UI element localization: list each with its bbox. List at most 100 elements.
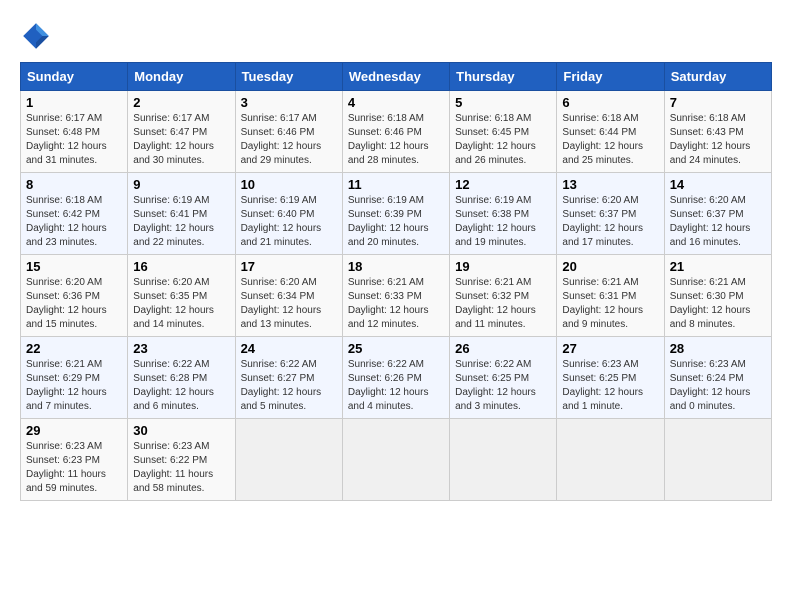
calendar-cell: 18 Sunrise: 6:21 AMSunset: 6:33 PMDaylig… bbox=[342, 255, 449, 337]
day-info: Sunrise: 6:20 AMSunset: 6:35 PMDaylight:… bbox=[133, 277, 214, 330]
calendar-cell bbox=[342, 419, 449, 501]
day-info: Sunrise: 6:17 AMSunset: 6:48 PMDaylight:… bbox=[26, 113, 107, 166]
day-number: 15 bbox=[26, 259, 122, 274]
day-number: 12 bbox=[455, 177, 551, 192]
calendar-cell: 23 Sunrise: 6:22 AMSunset: 6:28 PMDaylig… bbox=[128, 337, 235, 419]
day-number: 13 bbox=[562, 177, 658, 192]
day-number: 7 bbox=[670, 95, 766, 110]
day-info: Sunrise: 6:17 AMSunset: 6:47 PMDaylight:… bbox=[133, 113, 214, 166]
day-info: Sunrise: 6:19 AMSunset: 6:41 PMDaylight:… bbox=[133, 195, 214, 248]
day-info: Sunrise: 6:19 AMSunset: 6:39 PMDaylight:… bbox=[348, 195, 429, 248]
day-info: Sunrise: 6:21 AMSunset: 6:33 PMDaylight:… bbox=[348, 277, 429, 330]
day-number: 28 bbox=[670, 341, 766, 356]
day-number: 24 bbox=[241, 341, 337, 356]
calendar-header-sunday: Sunday bbox=[21, 63, 128, 91]
calendar-cell: 21 Sunrise: 6:21 AMSunset: 6:30 PMDaylig… bbox=[664, 255, 771, 337]
day-number: 20 bbox=[562, 259, 658, 274]
calendar-cell: 2 Sunrise: 6:17 AMSunset: 6:47 PMDayligh… bbox=[128, 91, 235, 173]
calendar-cell bbox=[235, 419, 342, 501]
day-number: 3 bbox=[241, 95, 337, 110]
day-number: 8 bbox=[26, 177, 122, 192]
calendar-cell: 28 Sunrise: 6:23 AMSunset: 6:24 PMDaylig… bbox=[664, 337, 771, 419]
calendar-cell: 20 Sunrise: 6:21 AMSunset: 6:31 PMDaylig… bbox=[557, 255, 664, 337]
day-number: 22 bbox=[26, 341, 122, 356]
calendar-table: SundayMondayTuesdayWednesdayThursdayFrid… bbox=[20, 62, 772, 501]
calendar-cell: 6 Sunrise: 6:18 AMSunset: 6:44 PMDayligh… bbox=[557, 91, 664, 173]
day-info: Sunrise: 6:20 AMSunset: 6:34 PMDaylight:… bbox=[241, 277, 322, 330]
calendar-cell: 10 Sunrise: 6:19 AMSunset: 6:40 PMDaylig… bbox=[235, 173, 342, 255]
day-info: Sunrise: 6:17 AMSunset: 6:46 PMDaylight:… bbox=[241, 113, 322, 166]
day-number: 23 bbox=[133, 341, 229, 356]
calendar-cell: 12 Sunrise: 6:19 AMSunset: 6:38 PMDaylig… bbox=[450, 173, 557, 255]
day-info: Sunrise: 6:22 AMSunset: 6:27 PMDaylight:… bbox=[241, 359, 322, 412]
calendar-cell: 9 Sunrise: 6:19 AMSunset: 6:41 PMDayligh… bbox=[128, 173, 235, 255]
calendar-cell: 30 Sunrise: 6:23 AMSunset: 6:22 PMDaylig… bbox=[128, 419, 235, 501]
calendar-cell: 29 Sunrise: 6:23 AMSunset: 6:23 PMDaylig… bbox=[21, 419, 128, 501]
day-number: 1 bbox=[26, 95, 122, 110]
day-number: 11 bbox=[348, 177, 444, 192]
day-number: 16 bbox=[133, 259, 229, 274]
calendar-cell: 5 Sunrise: 6:18 AMSunset: 6:45 PMDayligh… bbox=[450, 91, 557, 173]
calendar-header-saturday: Saturday bbox=[664, 63, 771, 91]
calendar-cell bbox=[664, 419, 771, 501]
day-number: 19 bbox=[455, 259, 551, 274]
calendar-cell: 16 Sunrise: 6:20 AMSunset: 6:35 PMDaylig… bbox=[128, 255, 235, 337]
day-number: 25 bbox=[348, 341, 444, 356]
day-info: Sunrise: 6:22 AMSunset: 6:25 PMDaylight:… bbox=[455, 359, 536, 412]
day-info: Sunrise: 6:23 AMSunset: 6:22 PMDaylight:… bbox=[133, 441, 213, 494]
day-info: Sunrise: 6:21 AMSunset: 6:32 PMDaylight:… bbox=[455, 277, 536, 330]
calendar-header-tuesday: Tuesday bbox=[235, 63, 342, 91]
calendar-cell: 11 Sunrise: 6:19 AMSunset: 6:39 PMDaylig… bbox=[342, 173, 449, 255]
calendar-cell bbox=[450, 419, 557, 501]
calendar-cell: 7 Sunrise: 6:18 AMSunset: 6:43 PMDayligh… bbox=[664, 91, 771, 173]
calendar-cell: 26 Sunrise: 6:22 AMSunset: 6:25 PMDaylig… bbox=[450, 337, 557, 419]
calendar-cell: 19 Sunrise: 6:21 AMSunset: 6:32 PMDaylig… bbox=[450, 255, 557, 337]
day-number: 2 bbox=[133, 95, 229, 110]
day-info: Sunrise: 6:18 AMSunset: 6:42 PMDaylight:… bbox=[26, 195, 107, 248]
day-info: Sunrise: 6:19 AMSunset: 6:38 PMDaylight:… bbox=[455, 195, 536, 248]
logo-icon bbox=[20, 20, 52, 52]
day-number: 6 bbox=[562, 95, 658, 110]
day-info: Sunrise: 6:23 AMSunset: 6:24 PMDaylight:… bbox=[670, 359, 751, 412]
day-number: 27 bbox=[562, 341, 658, 356]
day-info: Sunrise: 6:18 AMSunset: 6:44 PMDaylight:… bbox=[562, 113, 643, 166]
day-number: 18 bbox=[348, 259, 444, 274]
day-number: 9 bbox=[133, 177, 229, 192]
day-number: 14 bbox=[670, 177, 766, 192]
day-info: Sunrise: 6:18 AMSunset: 6:43 PMDaylight:… bbox=[670, 113, 751, 166]
calendar-cell: 8 Sunrise: 6:18 AMSunset: 6:42 PMDayligh… bbox=[21, 173, 128, 255]
calendar-cell: 4 Sunrise: 6:18 AMSunset: 6:46 PMDayligh… bbox=[342, 91, 449, 173]
calendar-header-thursday: Thursday bbox=[450, 63, 557, 91]
day-number: 29 bbox=[26, 423, 122, 438]
day-info: Sunrise: 6:21 AMSunset: 6:30 PMDaylight:… bbox=[670, 277, 751, 330]
logo bbox=[20, 20, 56, 52]
day-info: Sunrise: 6:22 AMSunset: 6:28 PMDaylight:… bbox=[133, 359, 214, 412]
calendar-cell: 13 Sunrise: 6:20 AMSunset: 6:37 PMDaylig… bbox=[557, 173, 664, 255]
calendar-cell: 3 Sunrise: 6:17 AMSunset: 6:46 PMDayligh… bbox=[235, 91, 342, 173]
calendar-cell: 17 Sunrise: 6:20 AMSunset: 6:34 PMDaylig… bbox=[235, 255, 342, 337]
calendar-cell: 25 Sunrise: 6:22 AMSunset: 6:26 PMDaylig… bbox=[342, 337, 449, 419]
day-info: Sunrise: 6:20 AMSunset: 6:37 PMDaylight:… bbox=[670, 195, 751, 248]
calendar-header-monday: Monday bbox=[128, 63, 235, 91]
day-info: Sunrise: 6:23 AMSunset: 6:25 PMDaylight:… bbox=[562, 359, 643, 412]
day-number: 5 bbox=[455, 95, 551, 110]
calendar-cell: 15 Sunrise: 6:20 AMSunset: 6:36 PMDaylig… bbox=[21, 255, 128, 337]
day-number: 17 bbox=[241, 259, 337, 274]
day-info: Sunrise: 6:19 AMSunset: 6:40 PMDaylight:… bbox=[241, 195, 322, 248]
day-number: 30 bbox=[133, 423, 229, 438]
day-info: Sunrise: 6:22 AMSunset: 6:26 PMDaylight:… bbox=[348, 359, 429, 412]
day-info: Sunrise: 6:23 AMSunset: 6:23 PMDaylight:… bbox=[26, 441, 106, 494]
calendar-cell: 22 Sunrise: 6:21 AMSunset: 6:29 PMDaylig… bbox=[21, 337, 128, 419]
day-number: 4 bbox=[348, 95, 444, 110]
day-info: Sunrise: 6:20 AMSunset: 6:37 PMDaylight:… bbox=[562, 195, 643, 248]
calendar-header-wednesday: Wednesday bbox=[342, 63, 449, 91]
day-info: Sunrise: 6:18 AMSunset: 6:45 PMDaylight:… bbox=[455, 113, 536, 166]
day-info: Sunrise: 6:20 AMSunset: 6:36 PMDaylight:… bbox=[26, 277, 107, 330]
day-number: 10 bbox=[241, 177, 337, 192]
day-number: 26 bbox=[455, 341, 551, 356]
calendar-cell bbox=[557, 419, 664, 501]
day-info: Sunrise: 6:18 AMSunset: 6:46 PMDaylight:… bbox=[348, 113, 429, 166]
calendar-cell: 1 Sunrise: 6:17 AMSunset: 6:48 PMDayligh… bbox=[21, 91, 128, 173]
calendar-cell: 27 Sunrise: 6:23 AMSunset: 6:25 PMDaylig… bbox=[557, 337, 664, 419]
calendar-header-friday: Friday bbox=[557, 63, 664, 91]
